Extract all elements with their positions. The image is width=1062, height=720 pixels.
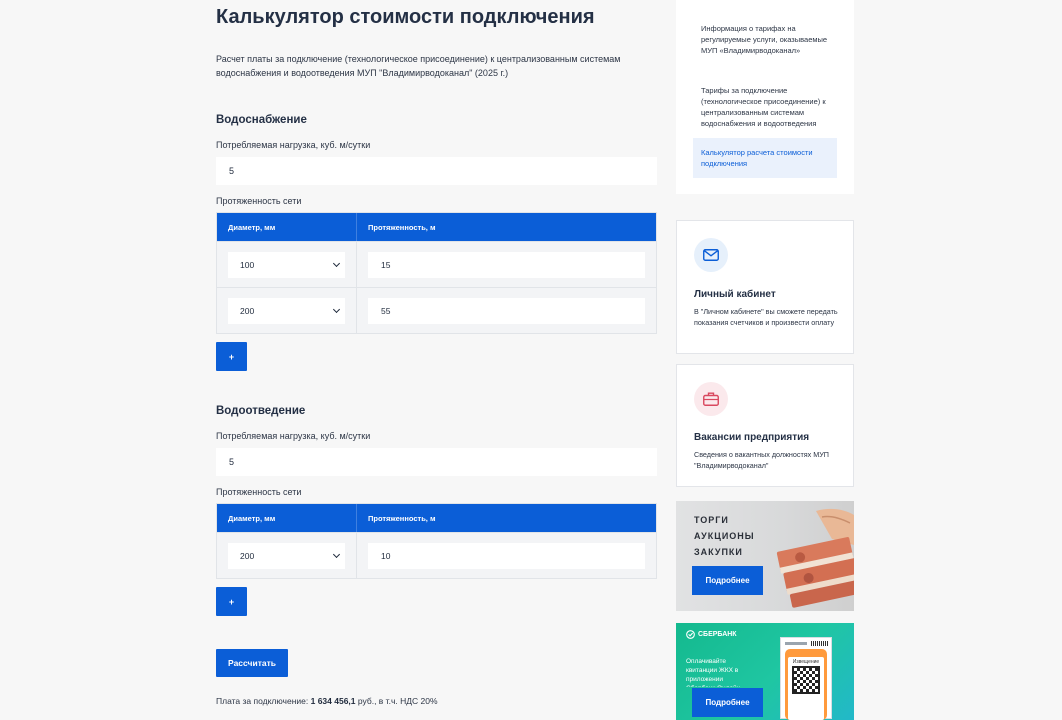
calculate-button[interactable]: Рассчитать bbox=[216, 649, 288, 677]
drainage-title: Водоотведение bbox=[216, 405, 306, 417]
diameter-select[interactable]: 100 bbox=[228, 251, 345, 278]
result-suffix: руб., в т.ч. НДС 20% bbox=[355, 696, 438, 706]
col-diameter: Диаметр, мм bbox=[217, 213, 357, 241]
sidebar-item-calculator[interactable]: Калькулятор расчета стоимости подключени… bbox=[693, 138, 837, 178]
sberbank-logo-icon bbox=[686, 630, 695, 639]
sberbank-brand: СБЕРБАНК bbox=[698, 631, 737, 638]
briefcase-icon bbox=[694, 382, 728, 416]
sberbank-more-button[interactable]: Подробнее bbox=[692, 688, 763, 717]
diameter-value: 100 bbox=[240, 259, 255, 270]
receipt-label: Извещение bbox=[792, 659, 820, 665]
sberbank-banner[interactable]: СБЕРБАНК Оплачивайте квитанции ЖКХ в при… bbox=[676, 623, 854, 720]
page-title: Калькулятор стоимости подключения bbox=[216, 6, 595, 28]
sidebar-menu: Информация о тарифах на регулируемые усл… bbox=[676, 0, 854, 194]
sberbank-text: Оплачивайте квитанции ЖКХ в приложении С… bbox=[686, 658, 740, 687]
page-intro: Расчет платы за подключение (технологиче… bbox=[216, 54, 621, 78]
money-stack-image bbox=[776, 508, 854, 608]
chevron-down-icon bbox=[333, 262, 339, 268]
result-text: Плата за подключение: 1 634 456,1 руб., … bbox=[216, 696, 438, 706]
col-diameter: Диаметр, мм bbox=[217, 504, 357, 532]
diameter-select[interactable]: 200 bbox=[228, 297, 345, 324]
drainage-network-table: Диаметр, мм Протяженность, м 200 10 bbox=[216, 503, 657, 579]
length-input[interactable]: 55 bbox=[368, 297, 645, 324]
col-length: Протяженность, м bbox=[368, 222, 436, 232]
card-title: Личный кабинет bbox=[694, 289, 776, 300]
drainage-load-input[interactable]: 5 bbox=[216, 448, 657, 476]
drainage-load-label: Потребляемая нагрузка, куб. м/сутки bbox=[216, 431, 371, 441]
chevron-down-icon bbox=[333, 553, 339, 559]
water-load-input[interactable]: 5 bbox=[216, 157, 657, 185]
water-supply-title: Водоснабжение bbox=[216, 114, 307, 126]
cabinet-card[interactable]: Личный кабинет В "Личном кабинете" вы см… bbox=[676, 220, 854, 354]
sberbank-logo: СБЕРБАНК bbox=[686, 630, 737, 639]
result-amount: 1 634 456,1 bbox=[310, 696, 356, 706]
auctions-line: ТОРГИ bbox=[694, 515, 729, 525]
water-network-table: Диаметр, мм Протяженность, м 100 15 200 bbox=[216, 212, 657, 334]
table-row: 100 15 bbox=[217, 241, 656, 287]
table-header: Диаметр, мм Протяженность, м bbox=[217, 504, 656, 532]
card-title: Вакансии предприятия bbox=[694, 432, 810, 443]
auctions-banner[interactable]: ТОРГИ АУКЦИОНЫ ЗАКУПКИ Подробнее bbox=[676, 501, 854, 611]
drainage-network-label: Протяженность сети bbox=[216, 487, 302, 497]
col-length: Протяженность, м bbox=[368, 513, 436, 523]
phone-image: Извещение bbox=[785, 649, 827, 720]
diameter-select[interactable]: 200 bbox=[228, 542, 345, 569]
sidebar-item-tariff-info[interactable]: Информация о тарифах на регулируемые усл… bbox=[693, 23, 837, 56]
envelope-icon bbox=[694, 238, 728, 272]
length-input[interactable]: 15 bbox=[368, 251, 645, 278]
diameter-value: 200 bbox=[240, 550, 255, 561]
chevron-down-icon bbox=[333, 308, 339, 314]
vacancies-card[interactable]: Вакансии предприятия Сведения о вакантны… bbox=[676, 364, 854, 487]
water-load-label: Потребляемая нагрузка, куб. м/сутки bbox=[216, 140, 371, 150]
result-prefix: Плата за подключение: bbox=[216, 696, 311, 706]
auctions-line: ЗАКУПКИ bbox=[694, 547, 743, 557]
sidebar-item-connection-tariffs[interactable]: Тарифы за подключение (технологическое п… bbox=[693, 85, 837, 129]
diameter-value: 200 bbox=[240, 305, 255, 316]
table-row: 200 55 bbox=[217, 287, 656, 333]
auctions-text: ТОРГИ АУКЦИОНЫ ЗАКУПКИ bbox=[694, 512, 755, 560]
drainage-add-row-button[interactable]: + bbox=[216, 587, 247, 616]
water-add-row-button[interactable]: + bbox=[216, 342, 247, 371]
auctions-line: АУКЦИОНЫ bbox=[694, 531, 755, 541]
auctions-more-button[interactable]: Подробнее bbox=[692, 566, 763, 595]
card-text: В "Личном кабинете" вы сможете передать … bbox=[694, 307, 838, 327]
card-text: Сведения о вакантных должностях МУП "Вла… bbox=[694, 450, 829, 470]
table-header: Диаметр, мм Протяженность, м bbox=[217, 213, 656, 241]
qr-code-icon bbox=[792, 666, 820, 694]
length-input[interactable]: 10 bbox=[368, 542, 645, 569]
water-network-label: Протяженность сети bbox=[216, 196, 302, 206]
table-row: 200 10 bbox=[217, 532, 656, 578]
